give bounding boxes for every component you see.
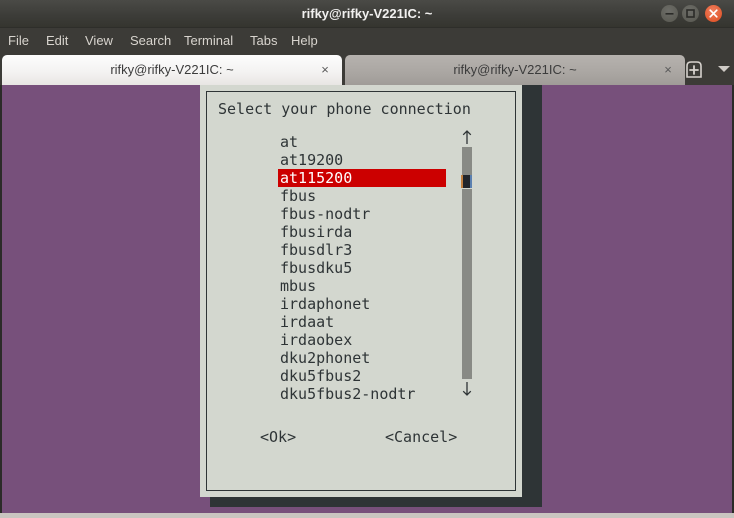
list-item[interactable]: at	[278, 133, 448, 151]
scrollbar-thumb[interactable]	[461, 175, 472, 188]
menu-item-view[interactable]: View	[85, 28, 113, 53]
cancel-button[interactable]: <Cancel>	[385, 428, 457, 446]
list-item[interactable]: dku5fbus2-nodtr	[278, 385, 448, 403]
tab-0-label: rifky@rifky-V221IC: ~	[110, 62, 234, 77]
maximize-button[interactable]	[682, 5, 699, 22]
menu-item-search[interactable]: Search	[130, 28, 171, 53]
new-tab-icon[interactable]	[683, 58, 705, 80]
list-item[interactable]: dku5fbus2	[278, 367, 448, 385]
menu-item-edit[interactable]: Edit	[46, 28, 68, 53]
dialog-title: Select your phone connection	[218, 100, 471, 118]
list-item[interactable]: irdaphonet	[278, 295, 448, 313]
connection-list[interactable]: at at19200 at115200 fbus fbus-nodtr fbus…	[278, 133, 448, 403]
scrollbar-track-upper[interactable]	[462, 147, 472, 175]
list-item[interactable]: fbus-nodtr	[278, 205, 448, 223]
chevron-down-icon[interactable]	[718, 66, 730, 72]
list-item[interactable]: irdaobex	[278, 331, 448, 349]
list-item[interactable]: fbusdlr3	[278, 241, 448, 259]
tab-0[interactable]: rifky@rifky-V221IC: ~ ×	[2, 55, 342, 85]
menu-item-terminal[interactable]: Terminal	[184, 28, 233, 53]
tab-bar: rifky@rifky-V221IC: ~ × rifky@rifky-V221…	[0, 53, 734, 85]
list-item[interactable]: dku2phonet	[278, 349, 448, 367]
menu-bar: File Edit View Search Terminal Tabs Help	[0, 28, 734, 53]
terminal-content-area[interactable]: Select your phone connection at at19200 …	[2, 85, 732, 513]
ok-button[interactable]: <Ok>	[260, 428, 296, 446]
menu-item-help[interactable]: Help	[291, 28, 318, 53]
list-item-selected[interactable]: at115200	[278, 169, 446, 187]
scrollbar-track-lower[interactable]	[462, 189, 472, 379]
tab-0-close-icon[interactable]: ×	[318, 63, 332, 77]
list-item[interactable]: irdaat	[278, 313, 448, 331]
scroll-up-arrow-icon[interactable]	[461, 129, 473, 145]
minimize-button[interactable]	[661, 5, 678, 22]
tab-1-close-icon[interactable]: ×	[661, 63, 675, 77]
tab-1[interactable]: rifky@rifky-V221IC: ~ ×	[345, 55, 685, 85]
maximize-icon	[686, 9, 695, 18]
list-item[interactable]: fbusirda	[278, 223, 448, 241]
list-scrollbar[interactable]	[458, 129, 476, 397]
window-title: rifky@rifky-V221IC: ~	[301, 6, 433, 21]
window-titlebar: rifky@rifky-V221IC: ~	[0, 0, 734, 28]
minimize-icon	[665, 13, 674, 15]
window-frame-left	[0, 85, 2, 516]
tab-1-label: rifky@rifky-V221IC: ~	[453, 62, 577, 77]
menu-item-file[interactable]: File	[8, 28, 29, 53]
list-item[interactable]: mbus	[278, 277, 448, 295]
list-item[interactable]: at19200	[278, 151, 448, 169]
scroll-down-arrow-icon[interactable]	[461, 381, 473, 397]
terminal-window: rifky@rifky-V221IC: ~ File Edit View Sea…	[0, 0, 734, 518]
menu-item-tabs[interactable]: Tabs	[250, 28, 277, 53]
close-icon	[709, 9, 718, 18]
window-frame-bottom	[0, 513, 734, 518]
list-item[interactable]: fbusdku5	[278, 259, 448, 277]
phone-connection-dialog: Select your phone connection at at19200 …	[200, 85, 522, 497]
close-button[interactable]	[705, 5, 722, 22]
list-item[interactable]: fbus	[278, 187, 448, 205]
